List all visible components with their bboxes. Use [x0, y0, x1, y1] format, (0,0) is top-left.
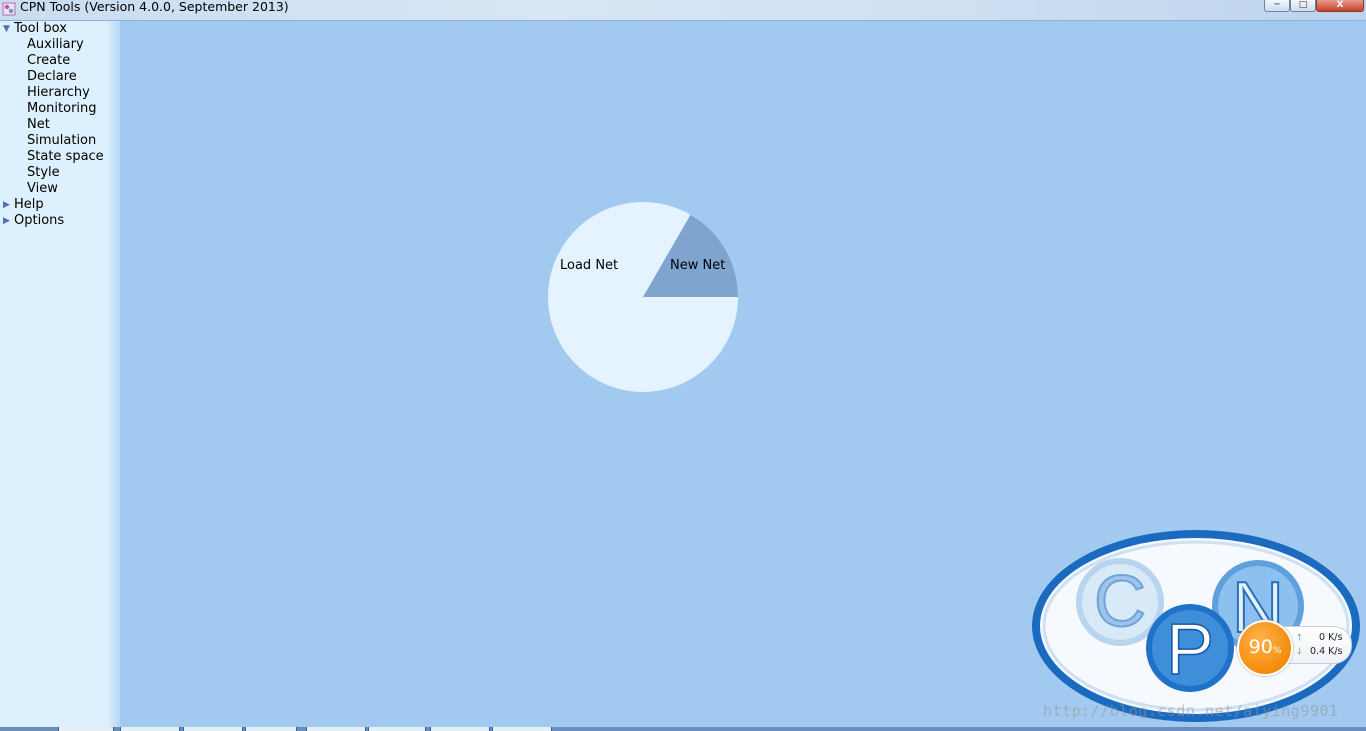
upload-speed: 0 K/s — [1319, 632, 1343, 643]
expanded-triangle-icon[interactable]: ▼ — [3, 21, 10, 37]
download-arrow-icon: 🡓 — [1297, 647, 1302, 657]
taskbar-button[interactable] — [492, 727, 552, 731]
memory-percent-unit: % — [1272, 646, 1282, 656]
tree-label: Options — [14, 213, 65, 228]
tree-label: Simulation — [27, 133, 97, 148]
tree-label: Declare — [27, 69, 77, 84]
tree-label: Tool box — [14, 21, 67, 36]
maximize-button[interactable]: □ — [1290, 0, 1316, 12]
tree-label: Auxiliary — [27, 37, 84, 52]
taskbar-button[interactable] — [306, 727, 366, 731]
memory-percent: 90% — [1239, 636, 1291, 662]
tree-label: Help — [14, 197, 44, 212]
close-button[interactable]: X — [1316, 0, 1364, 12]
tree-label: Create — [27, 53, 71, 68]
window-title: CPN Tools (Version 4.0.0, September 2013… — [20, 0, 289, 14]
memory-usage-ball[interactable]: 90% — [1237, 620, 1293, 676]
tree-label: State space — [27, 149, 104, 164]
title-bar: CPN Tools (Version 4.0.0, September 2013… — [0, 0, 1366, 21]
taskbar-button[interactable] — [430, 727, 490, 731]
svg-text:P: P — [1166, 610, 1214, 690]
minimize-icon: ─ — [1274, 0, 1280, 10]
maximize-icon: □ — [1298, 0, 1308, 10]
pie-menu — [548, 202, 738, 392]
index-sidebar: ▼ Tool box Auxiliary Create Declare Hier… — [0, 21, 120, 728]
tree-label: Monitoring — [27, 101, 97, 116]
taskbar-button[interactable] — [368, 727, 426, 731]
watermark-text: http://blog.csdn.net/aiying9901 — [1043, 702, 1339, 720]
download-speed: 0.4 K/s — [1310, 646, 1343, 657]
svg-text:C: C — [1094, 562, 1146, 642]
tree-label: Hierarchy — [27, 85, 90, 100]
memory-percent-value: 90 — [1248, 636, 1273, 658]
taskbar-button[interactable] — [183, 727, 243, 731]
taskbar-button[interactable] — [245, 727, 297, 731]
load-net-label: Load Net — [560, 258, 619, 273]
collapsed-triangle-icon[interactable]: ▶ — [3, 197, 10, 213]
tree-label: View — [27, 181, 58, 196]
new-net-label: New Net — [670, 258, 726, 273]
upload-arrow-icon: 🡑 — [1297, 633, 1302, 643]
taskbar-button[interactable] — [120, 727, 180, 731]
close-icon: X — [1336, 0, 1344, 10]
collapsed-triangle-icon[interactable]: ▶ — [3, 213, 10, 229]
tree-label: Style — [27, 165, 60, 180]
app-icon — [2, 2, 16, 16]
taskbar-button[interactable] — [58, 727, 114, 731]
tree-label: Net — [27, 117, 50, 132]
minimize-button[interactable]: ─ — [1264, 0, 1290, 12]
